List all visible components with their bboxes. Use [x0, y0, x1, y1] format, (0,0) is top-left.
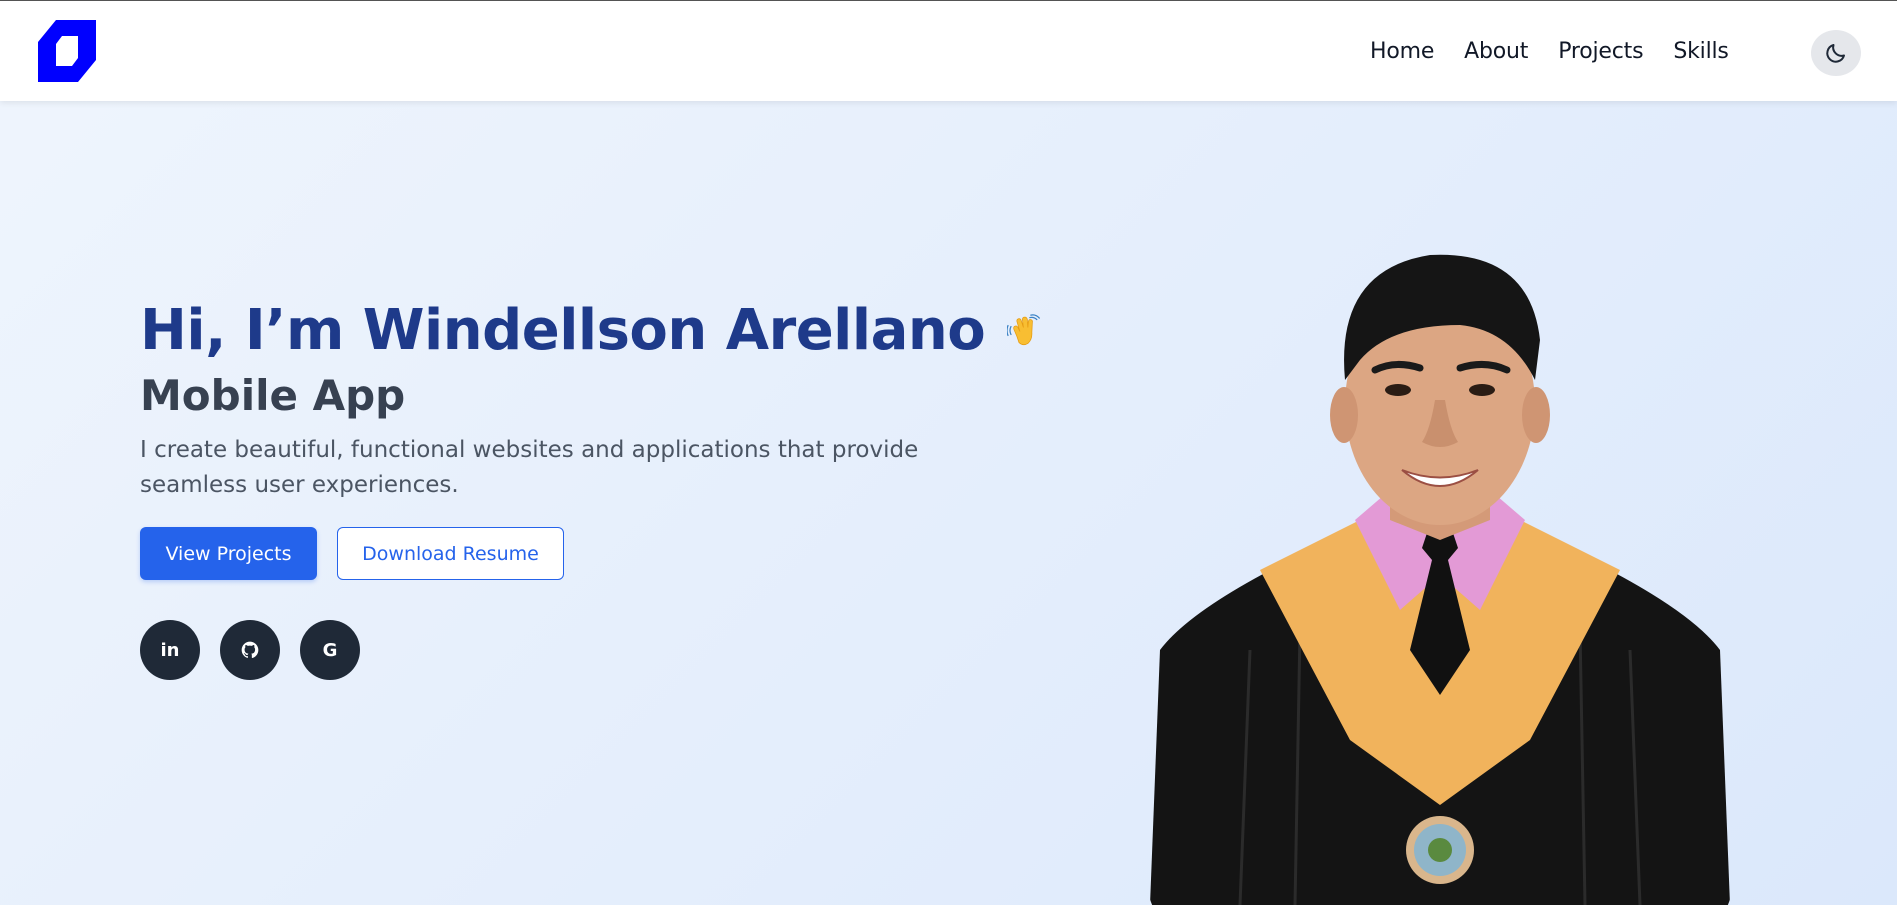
hero-subtitle: Mobile App — [140, 371, 406, 420]
nav-home[interactable]: Home — [1370, 39, 1434, 64]
profile-photo — [1150, 254, 1730, 905]
waving-hand-icon — [1007, 314, 1040, 346]
site-header: Home About Projects Skills — [0, 1, 1897, 101]
brand-logo-icon[interactable] — [38, 20, 96, 82]
hero-heading: Hi, I’m Windellson Arellano — [140, 298, 986, 363]
nav-about[interactable]: About — [1464, 39, 1528, 64]
theme-toggle-button[interactable] — [1811, 30, 1861, 76]
social-links: in G — [140, 620, 1040, 680]
moon-icon — [1826, 44, 1845, 63]
github-icon — [241, 641, 259, 659]
main-nav: Home About Projects Skills — [1370, 1, 1729, 101]
linkedin-icon: in — [160, 639, 180, 661]
view-projects-button[interactable]: View Projects — [140, 527, 317, 580]
github-button[interactable] — [220, 620, 280, 680]
hero-section: Hi, I’m Windellson Arellano Mobile App I… — [140, 295, 1040, 680]
google-button[interactable]: G — [300, 620, 360, 680]
nav-projects[interactable]: Projects — [1558, 39, 1643, 64]
hero-description: I create beautiful, functional websites … — [140, 437, 919, 498]
linkedin-button[interactable]: in — [140, 620, 200, 680]
nav-skills[interactable]: Skills — [1673, 39, 1729, 64]
google-icon: G — [322, 639, 338, 661]
download-resume-button[interactable]: Download Resume — [337, 527, 564, 580]
